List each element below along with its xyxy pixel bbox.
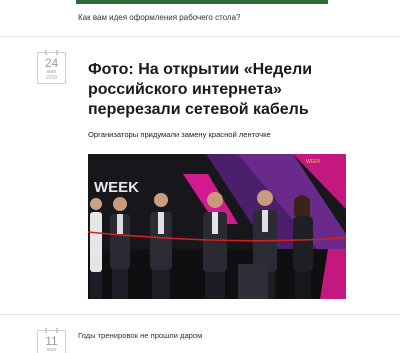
next-date-day: 11 [45,334,58,348]
next-date-badge: 11 мая [37,328,66,353]
photo-banner-text: WEEK [94,179,139,196]
photo-corner-text: WEEK [306,159,321,165]
photo-illustration: WEEK WEEK [88,154,346,299]
article-title[interactable]: Фото: На открытии «Недели российского ин… [88,60,358,120]
divider [0,36,400,37]
article-photo[interactable]: WEEK WEEK [88,154,346,299]
date-badge: 24 мая 2018 [37,50,66,84]
next-article-title[interactable]: Годы тренировок не прошли даром [78,331,202,340]
divider [0,314,400,315]
next-date-month: мая [47,347,56,353]
article-subtitle: Организаторы придумали замену красной ле… [88,130,271,139]
previous-article-image[interactable] [76,0,328,4]
date-day: 24 [44,56,59,70]
previous-article-caption[interactable]: Как вам идея оформления рабочего стола? [78,13,241,22]
date-year: 2018 [45,75,58,81]
news-feed: Как вам идея оформления рабочего стола? … [0,0,400,353]
